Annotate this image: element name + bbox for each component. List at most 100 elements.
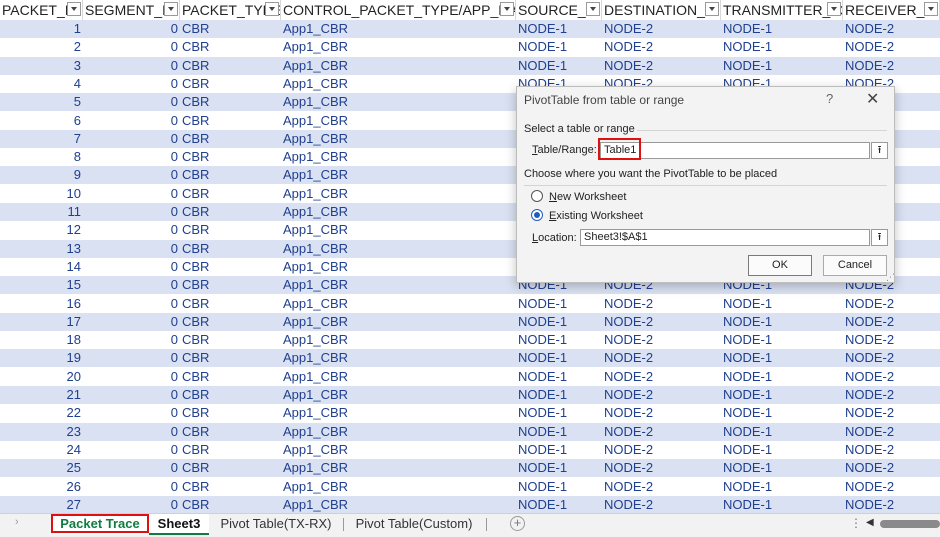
- cell-transmitter-id[interactable]: NODE-1: [721, 349, 843, 367]
- cell-packet-type[interactable]: CBR: [180, 148, 281, 166]
- cell-packet-id[interactable]: 22: [0, 404, 83, 422]
- cell-packet-id[interactable]: 9: [0, 166, 83, 184]
- cell-packet-id[interactable]: 25: [0, 459, 83, 477]
- cell-packet-type[interactable]: CBR: [180, 459, 281, 477]
- cell-receiver-id[interactable]: NODE-2: [843, 295, 940, 313]
- cell-packet-id[interactable]: 12: [0, 221, 83, 239]
- cell-transmitter-id[interactable]: NODE-1: [721, 496, 843, 513]
- cell-transmitter-id[interactable]: NODE-1: [721, 441, 843, 459]
- cell-packet-id[interactable]: 21: [0, 386, 83, 404]
- cell-app-name[interactable]: App1_CBR: [281, 295, 516, 313]
- cell-receiver-id[interactable]: NODE-2: [843, 478, 940, 496]
- cell-app-name[interactable]: App1_CBR: [281, 93, 516, 111]
- existing-worksheet-label[interactable]: Existing Worksheet: [549, 210, 643, 222]
- cell-segment-id[interactable]: 0: [83, 276, 180, 294]
- cell-app-name[interactable]: App1_CBR: [281, 240, 516, 258]
- cell-packet-id[interactable]: 6: [0, 112, 83, 130]
- filter-dropdown-icon[interactable]: [827, 2, 841, 16]
- cell-source-id[interactable]: NODE-1: [516, 368, 602, 386]
- cell-app-name[interactable]: App1_CBR: [281, 368, 516, 386]
- cell-destination-id[interactable]: NODE-2: [602, 368, 721, 386]
- cell-app-name[interactable]: App1_CBR: [281, 221, 516, 239]
- cell-packet-type[interactable]: CBR: [180, 240, 281, 258]
- cell-transmitter-id[interactable]: NODE-1: [721, 331, 843, 349]
- cell-destination-id[interactable]: NODE-2: [602, 441, 721, 459]
- tab-pivot-custom[interactable]: Pivot Table(Custom): [349, 514, 479, 535]
- cell-app-name[interactable]: App1_CBR: [281, 166, 516, 184]
- cell-app-name[interactable]: App1_CBR: [281, 331, 516, 349]
- column-header-app-name[interactable]: CONTROL_PACKET_TYPE/APP_NAME: [281, 0, 516, 20]
- cell-packet-id[interactable]: 8: [0, 148, 83, 166]
- cell-segment-id[interactable]: 0: [83, 38, 180, 56]
- cell-segment-id[interactable]: 0: [83, 57, 180, 75]
- cell-packet-type[interactable]: CBR: [180, 130, 281, 148]
- new-worksheet-label[interactable]: New Worksheet: [549, 191, 626, 203]
- cell-packet-id[interactable]: 19: [0, 349, 83, 367]
- cell-source-id[interactable]: NODE-1: [516, 313, 602, 331]
- cell-packet-type[interactable]: CBR: [180, 386, 281, 404]
- location-picker-icon[interactable]: ⭱: [871, 229, 888, 246]
- cell-segment-id[interactable]: 0: [83, 75, 180, 93]
- cell-packet-type[interactable]: CBR: [180, 295, 281, 313]
- cell-app-name[interactable]: App1_CBR: [281, 423, 516, 441]
- cell-segment-id[interactable]: 0: [83, 295, 180, 313]
- cell-transmitter-id[interactable]: NODE-1: [721, 57, 843, 75]
- cell-packet-id[interactable]: 15: [0, 276, 83, 294]
- cell-receiver-id[interactable]: NODE-2: [843, 496, 940, 513]
- cell-app-name[interactable]: App1_CBR: [281, 349, 516, 367]
- cell-packet-type[interactable]: CBR: [180, 166, 281, 184]
- column-header-destination-id[interactable]: DESTINATION_ID: [602, 0, 721, 20]
- cell-segment-id[interactable]: 0: [83, 404, 180, 422]
- ok-button[interactable]: OK: [748, 255, 812, 276]
- cell-packet-type[interactable]: CBR: [180, 349, 281, 367]
- cell-packet-type[interactable]: CBR: [180, 423, 281, 441]
- cell-transmitter-id[interactable]: NODE-1: [721, 459, 843, 477]
- location-input[interactable]: Sheet3!$A$1: [580, 229, 870, 246]
- cell-app-name[interactable]: App1_CBR: [281, 20, 516, 38]
- cell-app-name[interactable]: App1_CBR: [281, 75, 516, 93]
- cell-destination-id[interactable]: NODE-2: [602, 331, 721, 349]
- column-header-source-id[interactable]: SOURCE_ID: [516, 0, 602, 20]
- cell-segment-id[interactable]: 0: [83, 112, 180, 130]
- add-sheet-button[interactable]: +: [510, 516, 525, 531]
- filter-dropdown-icon[interactable]: [500, 2, 514, 16]
- cell-segment-id[interactable]: 0: [83, 130, 180, 148]
- cell-destination-id[interactable]: NODE-2: [602, 459, 721, 477]
- cell-receiver-id[interactable]: NODE-2: [843, 368, 940, 386]
- cell-receiver-id[interactable]: NODE-2: [843, 20, 940, 38]
- cell-app-name[interactable]: App1_CBR: [281, 441, 516, 459]
- new-worksheet-radio[interactable]: [531, 190, 543, 202]
- cell-segment-id[interactable]: 0: [83, 258, 180, 276]
- cell-source-id[interactable]: NODE-1: [516, 57, 602, 75]
- cell-transmitter-id[interactable]: NODE-1: [721, 20, 843, 38]
- column-header-packet-id[interactable]: PACKET_ID: [0, 0, 83, 20]
- cell-segment-id[interactable]: 0: [83, 368, 180, 386]
- cell-destination-id[interactable]: NODE-2: [602, 386, 721, 404]
- cell-app-name[interactable]: App1_CBR: [281, 112, 516, 130]
- cell-packet-id[interactable]: 1: [0, 20, 83, 38]
- cell-app-name[interactable]: App1_CBR: [281, 185, 516, 203]
- cell-app-name[interactable]: App1_CBR: [281, 386, 516, 404]
- cell-segment-id[interactable]: 0: [83, 166, 180, 184]
- cell-packet-type[interactable]: CBR: [180, 112, 281, 130]
- cell-app-name[interactable]: App1_CBR: [281, 404, 516, 422]
- cell-packet-id[interactable]: 26: [0, 478, 83, 496]
- cell-segment-id[interactable]: 0: [83, 240, 180, 258]
- cell-transmitter-id[interactable]: NODE-1: [721, 478, 843, 496]
- cell-receiver-id[interactable]: NODE-2: [843, 386, 940, 404]
- cell-source-id[interactable]: NODE-1: [516, 38, 602, 56]
- cell-receiver-id[interactable]: NODE-2: [843, 38, 940, 56]
- cell-packet-id[interactable]: 11: [0, 203, 83, 221]
- column-header-receiver-id[interactable]: RECEIVER_ID: [843, 0, 940, 20]
- cell-packet-type[interactable]: CBR: [180, 185, 281, 203]
- cell-segment-id[interactable]: 0: [83, 203, 180, 221]
- cell-packet-type[interactable]: CBR: [180, 404, 281, 422]
- cell-packet-type[interactable]: CBR: [180, 276, 281, 294]
- cell-segment-id[interactable]: 0: [83, 20, 180, 38]
- cell-app-name[interactable]: App1_CBR: [281, 478, 516, 496]
- cell-app-name[interactable]: App1_CBR: [281, 148, 516, 166]
- cell-source-id[interactable]: NODE-1: [516, 331, 602, 349]
- cell-packet-type[interactable]: CBR: [180, 331, 281, 349]
- cell-packet-id[interactable]: 3: [0, 57, 83, 75]
- cell-packet-type[interactable]: CBR: [180, 75, 281, 93]
